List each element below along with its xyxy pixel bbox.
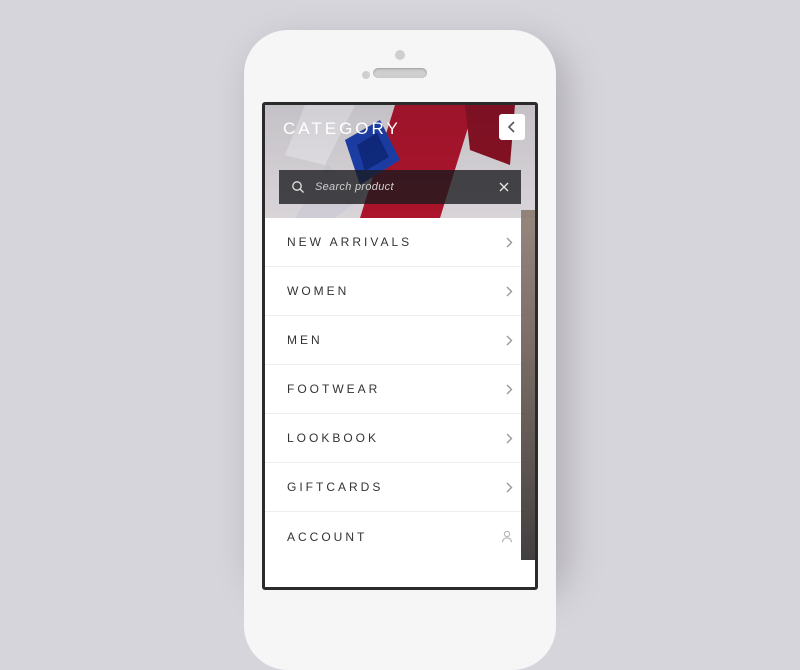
menu-item-account[interactable]: ACCOUNT [265, 512, 535, 561]
menu-item-label: ACCOUNT [287, 530, 367, 544]
chevron-left-icon [507, 121, 517, 133]
chevron-right-icon [506, 237, 513, 248]
menu-item-label: NEW ARRIVALS [287, 235, 412, 249]
app-screen: CATEGORY NEW ARRIVAL [262, 102, 538, 590]
menu-item-women[interactable]: WOMEN [265, 267, 535, 316]
menu-item-label: WOMEN [287, 284, 349, 298]
chevron-right-icon [506, 335, 513, 346]
phone-camera [362, 71, 370, 79]
search-input[interactable] [315, 181, 489, 193]
menu-item-label: FOOTWEAR [287, 382, 380, 396]
phone-sensor [395, 50, 405, 60]
clear-search-icon[interactable] [499, 182, 509, 192]
chevron-right-icon [506, 384, 513, 395]
hero-banner: CATEGORY [265, 105, 535, 218]
back-button[interactable] [499, 114, 525, 140]
menu-item-giftcards[interactable]: GIFTCARDS [265, 463, 535, 512]
phone-frame: CATEGORY NEW ARRIVAL [244, 30, 556, 670]
menu-item-men[interactable]: MEN [265, 316, 535, 365]
menu-item-label: GIFTCARDS [287, 480, 383, 494]
menu-item-lookbook[interactable]: LOOKBOOK [265, 414, 535, 463]
chevron-right-icon [506, 482, 513, 493]
background-sliver [521, 210, 535, 560]
chevron-right-icon [506, 286, 513, 297]
user-icon [501, 530, 513, 543]
menu-item-new-arrivals[interactable]: NEW ARRIVALS [265, 218, 535, 267]
menu-item-footwear[interactable]: FOOTWEAR [265, 365, 535, 414]
menu-item-label: LOOKBOOK [287, 431, 379, 445]
phone-speaker [373, 68, 427, 78]
search-icon [291, 180, 305, 194]
page-title: CATEGORY [283, 119, 401, 139]
menu-item-label: MEN [287, 333, 323, 347]
search-bar[interactable] [279, 170, 521, 204]
category-menu: NEW ARRIVALS WOMEN MEN FOOTWEAR [265, 218, 535, 561]
chevron-right-icon [506, 433, 513, 444]
